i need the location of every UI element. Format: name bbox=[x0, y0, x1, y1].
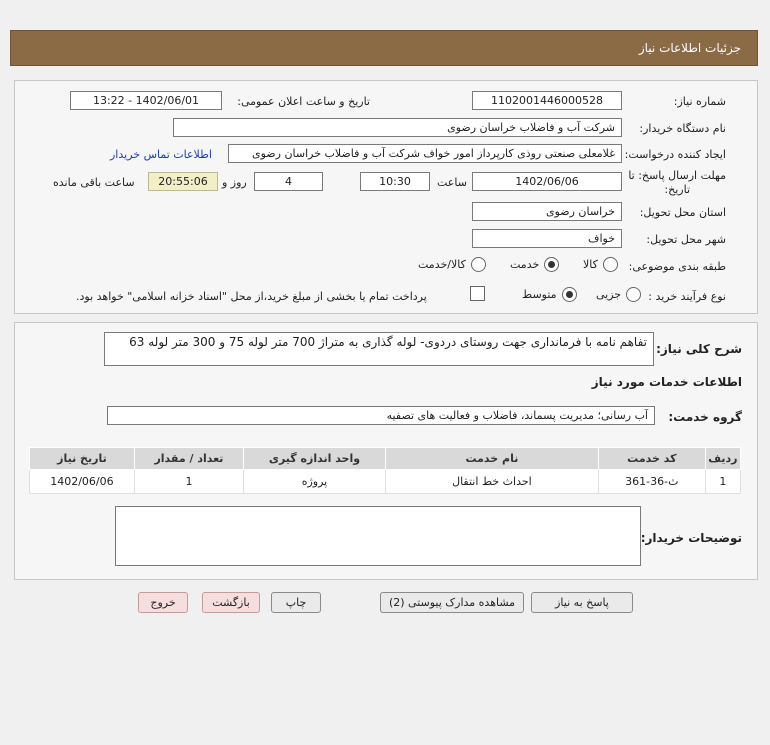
remaining-time-label: ساعت باقی مانده bbox=[53, 176, 135, 189]
process-minor-label: جزیی bbox=[596, 288, 622, 301]
process-medium-label: متوسط bbox=[522, 288, 557, 301]
announce-date-field: 1402/06/01 - 13:22 bbox=[70, 91, 222, 110]
cell-service-name: احداث خط انتقال bbox=[384, 469, 599, 494]
category-goods-service-label: کالا/خدمت bbox=[418, 258, 466, 271]
process-option-minor[interactable]: جزیی bbox=[596, 287, 642, 302]
category-option-goods[interactable]: کالا bbox=[583, 257, 618, 272]
treasury-payment-checkbox[interactable] bbox=[470, 286, 485, 301]
page-header: جزئیات اطلاعات نیاز bbox=[10, 30, 758, 66]
need-info-panel bbox=[14, 80, 758, 314]
reply-to-need-button[interactable]: پاسخ به نیاز bbox=[531, 592, 633, 613]
buyer-org-field: شرکت آب و فاضلاب خراسان رضوی bbox=[173, 118, 622, 137]
days-field: 4 bbox=[254, 172, 323, 191]
col-header-service-code: کد خدمت bbox=[597, 447, 706, 470]
days-label: روز و bbox=[222, 176, 247, 189]
summary-text: تفاهم نامه با فرمانداری جهت روستای دردوی… bbox=[129, 335, 647, 349]
deadline-label-date: تاریخ: bbox=[664, 183, 690, 196]
table-header-row: ردیف کد خدمت نام خدمت واحد اندازه گیری ت… bbox=[29, 447, 742, 470]
deadline-time-field: 10:30 bbox=[360, 172, 430, 191]
col-header-quantity: تعداد / مقدار bbox=[133, 447, 245, 470]
need-number-field: 1102001446000528 bbox=[472, 91, 622, 110]
cell-unit: پروژه bbox=[243, 469, 386, 494]
treasury-payment-note: پرداخت تمام یا بخشی از مبلغ خرید،از محل … bbox=[76, 290, 427, 303]
category-label: طبقه بندی موضوعی: bbox=[628, 260, 726, 273]
requester-field: غلامعلی صنعتی روذی کارپرداز امور خواف شر… bbox=[228, 144, 622, 163]
category-goods-label: کالا bbox=[583, 258, 598, 271]
service-group-field: آب رسانی؛ مدیریت پسماند، فاضلاب و فعالیت… bbox=[107, 406, 655, 425]
cell-service-code: ث-36-361 bbox=[597, 469, 706, 494]
category-option-goods-service[interactable]: کالا/خدمت bbox=[418, 257, 486, 272]
province-field: خراسان رضوی bbox=[472, 202, 622, 221]
requester-label: ایجاد کننده درخواست: bbox=[624, 148, 726, 161]
cell-row-number: 1 bbox=[704, 469, 742, 494]
announce-date-label: تاریخ و ساعت اعلان عمومی: bbox=[237, 95, 370, 108]
buyer-org-label: نام دستگاه خریدار: bbox=[639, 122, 726, 135]
back-button[interactable]: بازگشت bbox=[202, 592, 260, 613]
services-table-wrap: ردیف کد خدمت نام خدمت واحد اندازه گیری ت… bbox=[29, 447, 742, 494]
summary-field: تفاهم نامه با فرمانداری جهت روستای دردوی… bbox=[104, 332, 654, 366]
category-goods-service-radio[interactable] bbox=[470, 257, 486, 272]
category-option-service[interactable]: خدمت bbox=[510, 257, 560, 272]
services-table: ردیف کد خدمت نام خدمت واحد اندازه گیری ت… bbox=[29, 447, 742, 494]
city-field: خواف bbox=[472, 229, 622, 248]
cell-need-date: 1402/06/06 bbox=[29, 469, 135, 494]
col-header-row-number: ردیف bbox=[704, 447, 742, 470]
deadline-date-field: 1402/06/06 bbox=[472, 172, 622, 191]
summary-label: شرح کلی نیاز: bbox=[656, 342, 742, 356]
exit-button[interactable]: خروج bbox=[138, 592, 188, 613]
category-goods-radio[interactable] bbox=[602, 257, 618, 272]
city-label: شهر محل تحویل: bbox=[646, 233, 726, 246]
category-service-radio[interactable] bbox=[544, 257, 560, 272]
remaining-time-field: 20:55:06 bbox=[148, 172, 218, 191]
category-service-label: خدمت bbox=[510, 258, 540, 271]
need-number-label: شماره نیاز: bbox=[673, 95, 726, 108]
province-label: استان محل تحویل: bbox=[639, 206, 726, 219]
cell-quantity: 1 bbox=[133, 469, 245, 494]
process-type-label: نوع فرآیند خرید : bbox=[648, 290, 726, 303]
table-row: 1 ث-36-361 احداث خط انتقال پروژه 1 1402/… bbox=[29, 469, 742, 494]
buyer-contact-link[interactable]: اطلاعات تماس خریدار bbox=[110, 148, 212, 161]
deadline-label: مهلت ارسال پاسخ: تا bbox=[628, 169, 726, 182]
col-header-need-date: تاریخ نیاز bbox=[29, 447, 135, 470]
process-option-medium[interactable]: متوسط bbox=[522, 287, 577, 302]
print-button[interactable]: چاپ bbox=[271, 592, 321, 613]
view-attachments-button[interactable]: مشاهده مدارک پیوستی (2) bbox=[380, 592, 524, 613]
process-medium-radio[interactable] bbox=[561, 287, 577, 302]
page-title: جزئیات اطلاعات نیاز bbox=[638, 41, 741, 55]
process-minor-radio[interactable] bbox=[626, 287, 642, 302]
buyer-notes-label: توضیحات خریدار: bbox=[640, 531, 742, 545]
service-group-label: گروه خدمت: bbox=[668, 410, 742, 424]
buyer-notes-field bbox=[115, 506, 641, 566]
services-heading: اطلاعات خدمات مورد نیاز bbox=[591, 375, 742, 389]
col-header-unit: واحد اندازه گیری bbox=[243, 447, 386, 470]
col-header-service-name: نام خدمت bbox=[384, 447, 599, 470]
deadline-time-label: ساعت bbox=[437, 176, 467, 189]
